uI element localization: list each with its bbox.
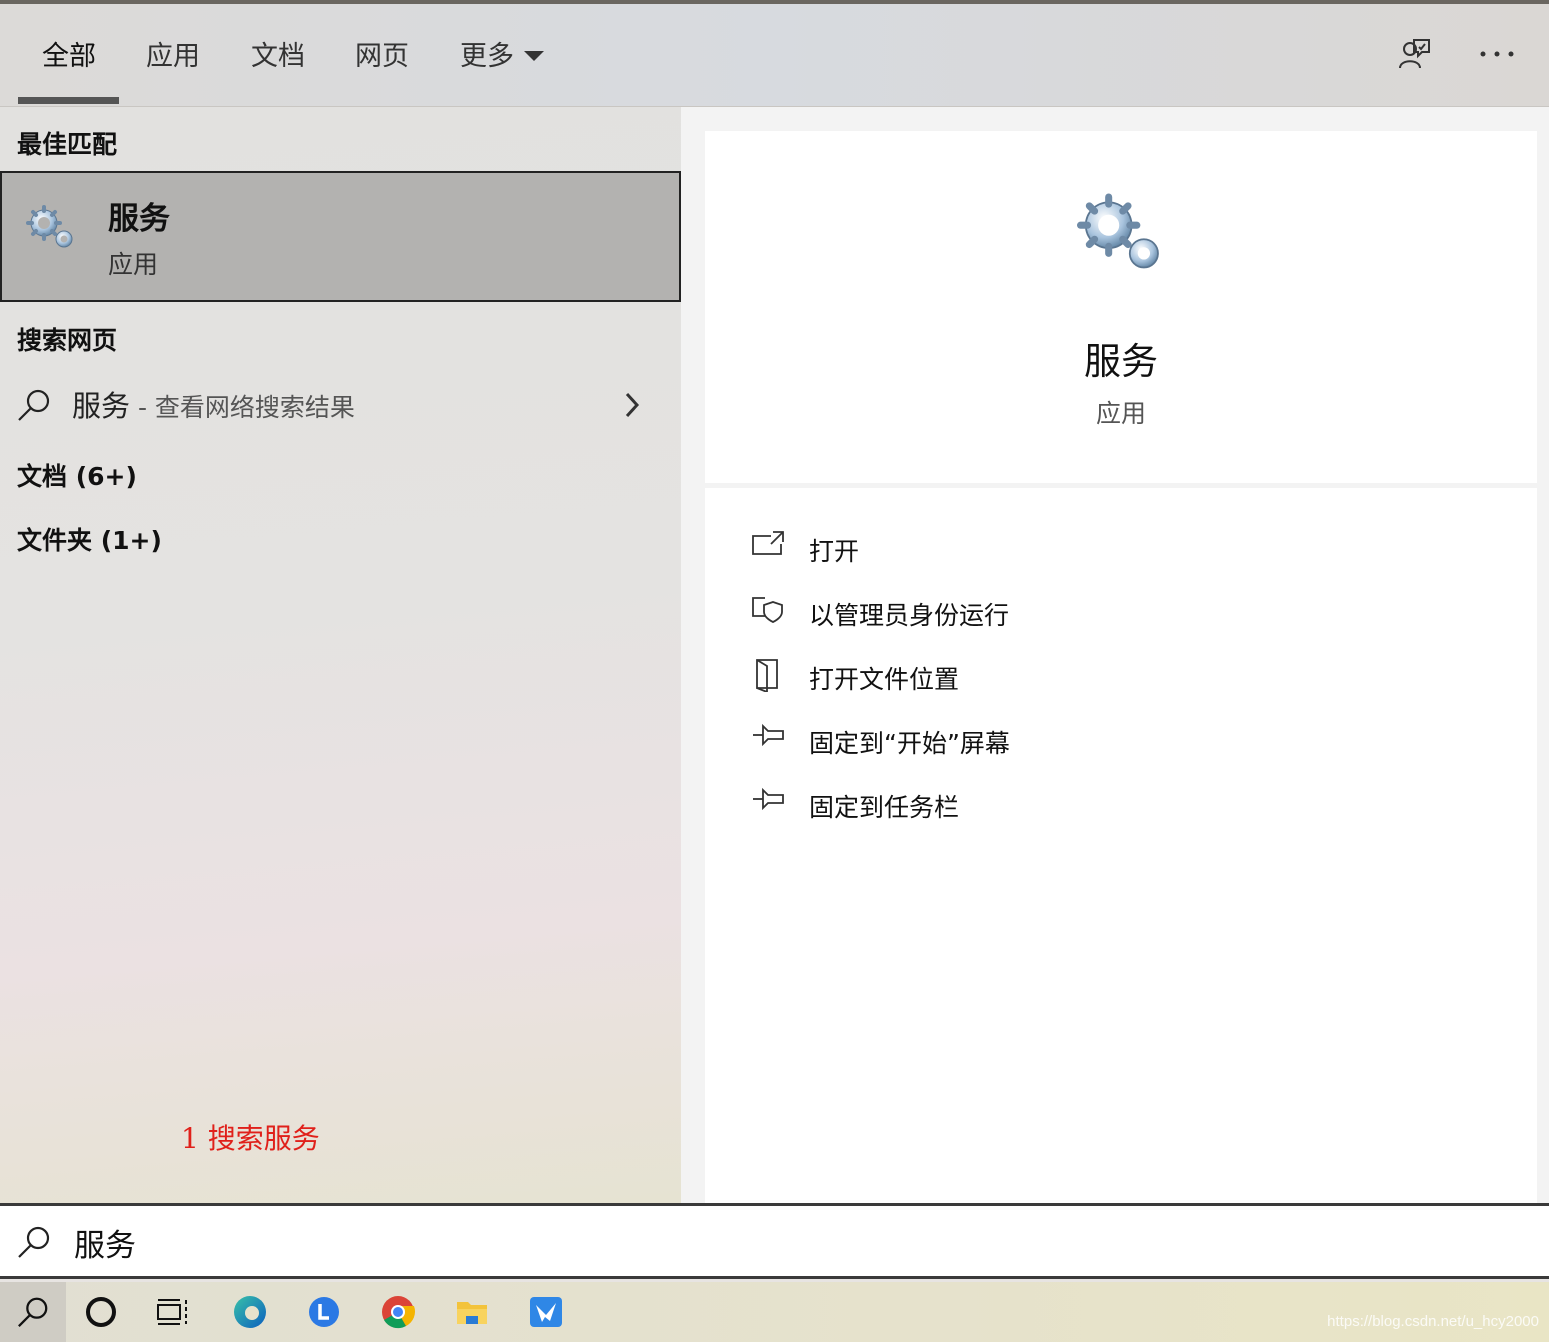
search-tab-bar: 全部 应用 文档 网页 更多	[0, 4, 1549, 107]
gears-icon	[26, 205, 76, 255]
action-open-file-location-label: 打开文件位置	[809, 665, 960, 694]
section-best-match: 最佳匹配	[17, 130, 118, 159]
results-pane: 最佳匹配 服务 应用 搜索网页 服务 - 查看网络搜索结果 文档 (6+) 文件…	[0, 107, 681, 1203]
chevron-right-icon	[625, 392, 640, 418]
preview-app-kind: 应用	[1095, 399, 1146, 428]
taskbar-file-explorer-button[interactable]	[439, 1282, 505, 1342]
tab-web[interactable]: 网页	[355, 34, 409, 73]
taskbar-task-view-button[interactable]	[140, 1282, 206, 1342]
active-tab-indicator	[18, 97, 119, 104]
best-match-result[interactable]: 服务 应用	[0, 171, 681, 302]
more-options-button[interactable]	[1477, 34, 1517, 74]
pin-icon	[753, 723, 784, 747]
feedback-button[interactable]	[1394, 34, 1434, 74]
search-icon	[18, 1297, 48, 1327]
section-folders[interactable]: 文件夹 (1+)	[17, 521, 162, 557]
chevron-down-icon	[524, 51, 544, 61]
taskbar-cortana-button[interactable]	[68, 1282, 134, 1342]
action-pin-to-start[interactable]: 固定到“开始”屏幕	[705, 716, 1537, 766]
action-run-as-admin-label: 以管理员身份运行	[809, 601, 1010, 630]
action-open-file-location[interactable]: 打开文件位置	[705, 652, 1537, 702]
gears-icon	[1077, 193, 1165, 279]
search-box	[0, 1203, 1549, 1279]
section-documents[interactable]: 文档 (6+)	[17, 457, 137, 493]
preview-card: 服务 应用	[705, 131, 1537, 483]
taskbar-chrome-button[interactable]	[365, 1282, 431, 1342]
action-pin-to-taskbar[interactable]: 固定到任务栏	[705, 780, 1537, 830]
web-search-text: 服务 - 查看网络搜索结果	[72, 383, 355, 425]
taskbar-edge-button[interactable]	[217, 1282, 283, 1342]
section-search-web: 搜索网页	[17, 326, 118, 355]
web-search-query: 服务	[72, 389, 131, 423]
action-open-label: 打开	[809, 537, 860, 566]
action-run-as-admin[interactable]: 以管理员身份运行	[705, 588, 1537, 638]
cortana-icon	[86, 1297, 116, 1327]
edge-icon	[234, 1296, 266, 1328]
app-bird-icon	[530, 1297, 562, 1327]
action-pin-to-taskbar-label: 固定到任务栏	[809, 793, 960, 822]
chrome-icon	[382, 1296, 416, 1329]
preview-app-name: 服务	[1084, 340, 1158, 383]
taskbar-app-l-button[interactable]	[291, 1282, 357, 1342]
app-l-icon	[309, 1297, 339, 1327]
folder-icon	[756, 659, 778, 692]
tab-all[interactable]: 全部	[42, 34, 96, 73]
action-open[interactable]: 打开	[705, 524, 1537, 574]
taskbar	[0, 1282, 1549, 1342]
best-match-subtitle: 应用	[108, 250, 159, 279]
annotation-label: 1 搜索服务	[181, 1122, 320, 1155]
preview-pane: 服务 应用 打开 以管理员身份运行 打开文件位置 固定到“开始”屏幕 固定到任务…	[681, 107, 1549, 1203]
search-input[interactable]	[72, 1216, 1476, 1268]
tab-more[interactable]: 更多	[460, 34, 544, 73]
action-list: 打开 以管理员身份运行 打开文件位置 固定到“开始”屏幕 固定到任务栏	[705, 488, 1537, 1203]
watermark: https://blog.csdn.net/u_hcy2000	[1327, 1313, 1539, 1330]
action-pin-to-start-label: 固定到“开始”屏幕	[809, 729, 1010, 758]
search-icon	[18, 1226, 50, 1258]
open-icon	[752, 531, 784, 555]
file-explorer-icon	[457, 1302, 487, 1324]
tab-more-label: 更多	[460, 41, 514, 72]
web-search-hint: - 查看网络搜索结果	[130, 393, 355, 422]
taskbar-search-button[interactable]	[0, 1282, 66, 1342]
pin-icon	[753, 787, 784, 811]
tab-apps[interactable]: 应用	[146, 34, 200, 73]
feedback-icon	[1399, 39, 1430, 69]
best-match-title: 服务	[108, 201, 170, 237]
search-icon	[18, 389, 50, 421]
taskbar-app-bird-button[interactable]	[513, 1282, 579, 1342]
web-search-result[interactable]: 服务 - 查看网络搜索结果	[0, 377, 681, 433]
task-view-icon	[157, 1299, 187, 1325]
shield-icon	[752, 597, 783, 623]
tab-documents[interactable]: 文档	[251, 34, 305, 73]
ellipsis-icon	[1480, 51, 1514, 57]
